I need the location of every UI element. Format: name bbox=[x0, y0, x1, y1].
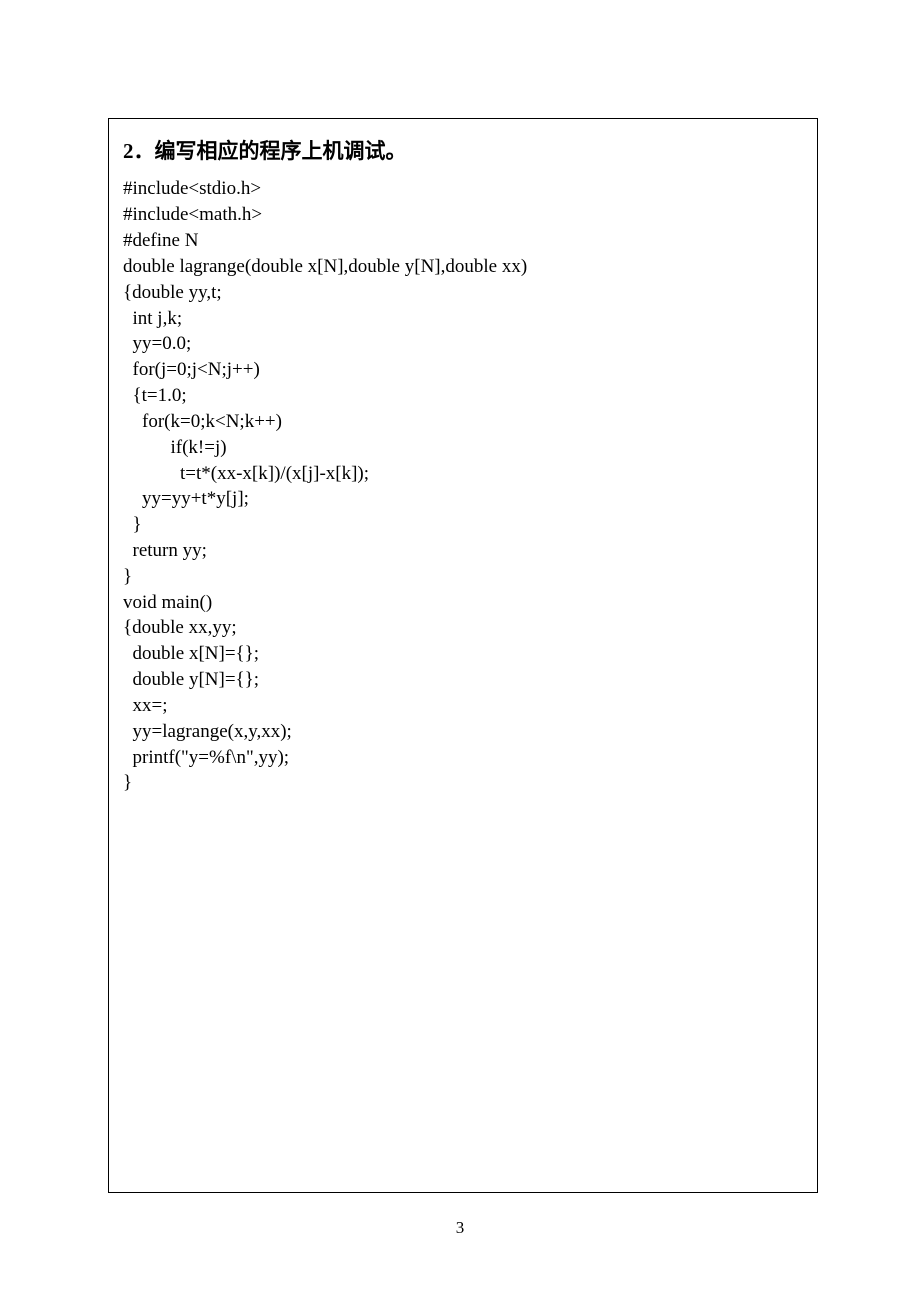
content-frame: 2．编写相应的程序上机调试。 #include<stdio.h> #includ… bbox=[108, 118, 818, 1193]
page-number: 3 bbox=[0, 1218, 920, 1238]
code-block: #include<stdio.h> #include<math.h> #defi… bbox=[123, 176, 803, 796]
section-heading: 2．编写相应的程序上机调试。 bbox=[123, 137, 803, 166]
